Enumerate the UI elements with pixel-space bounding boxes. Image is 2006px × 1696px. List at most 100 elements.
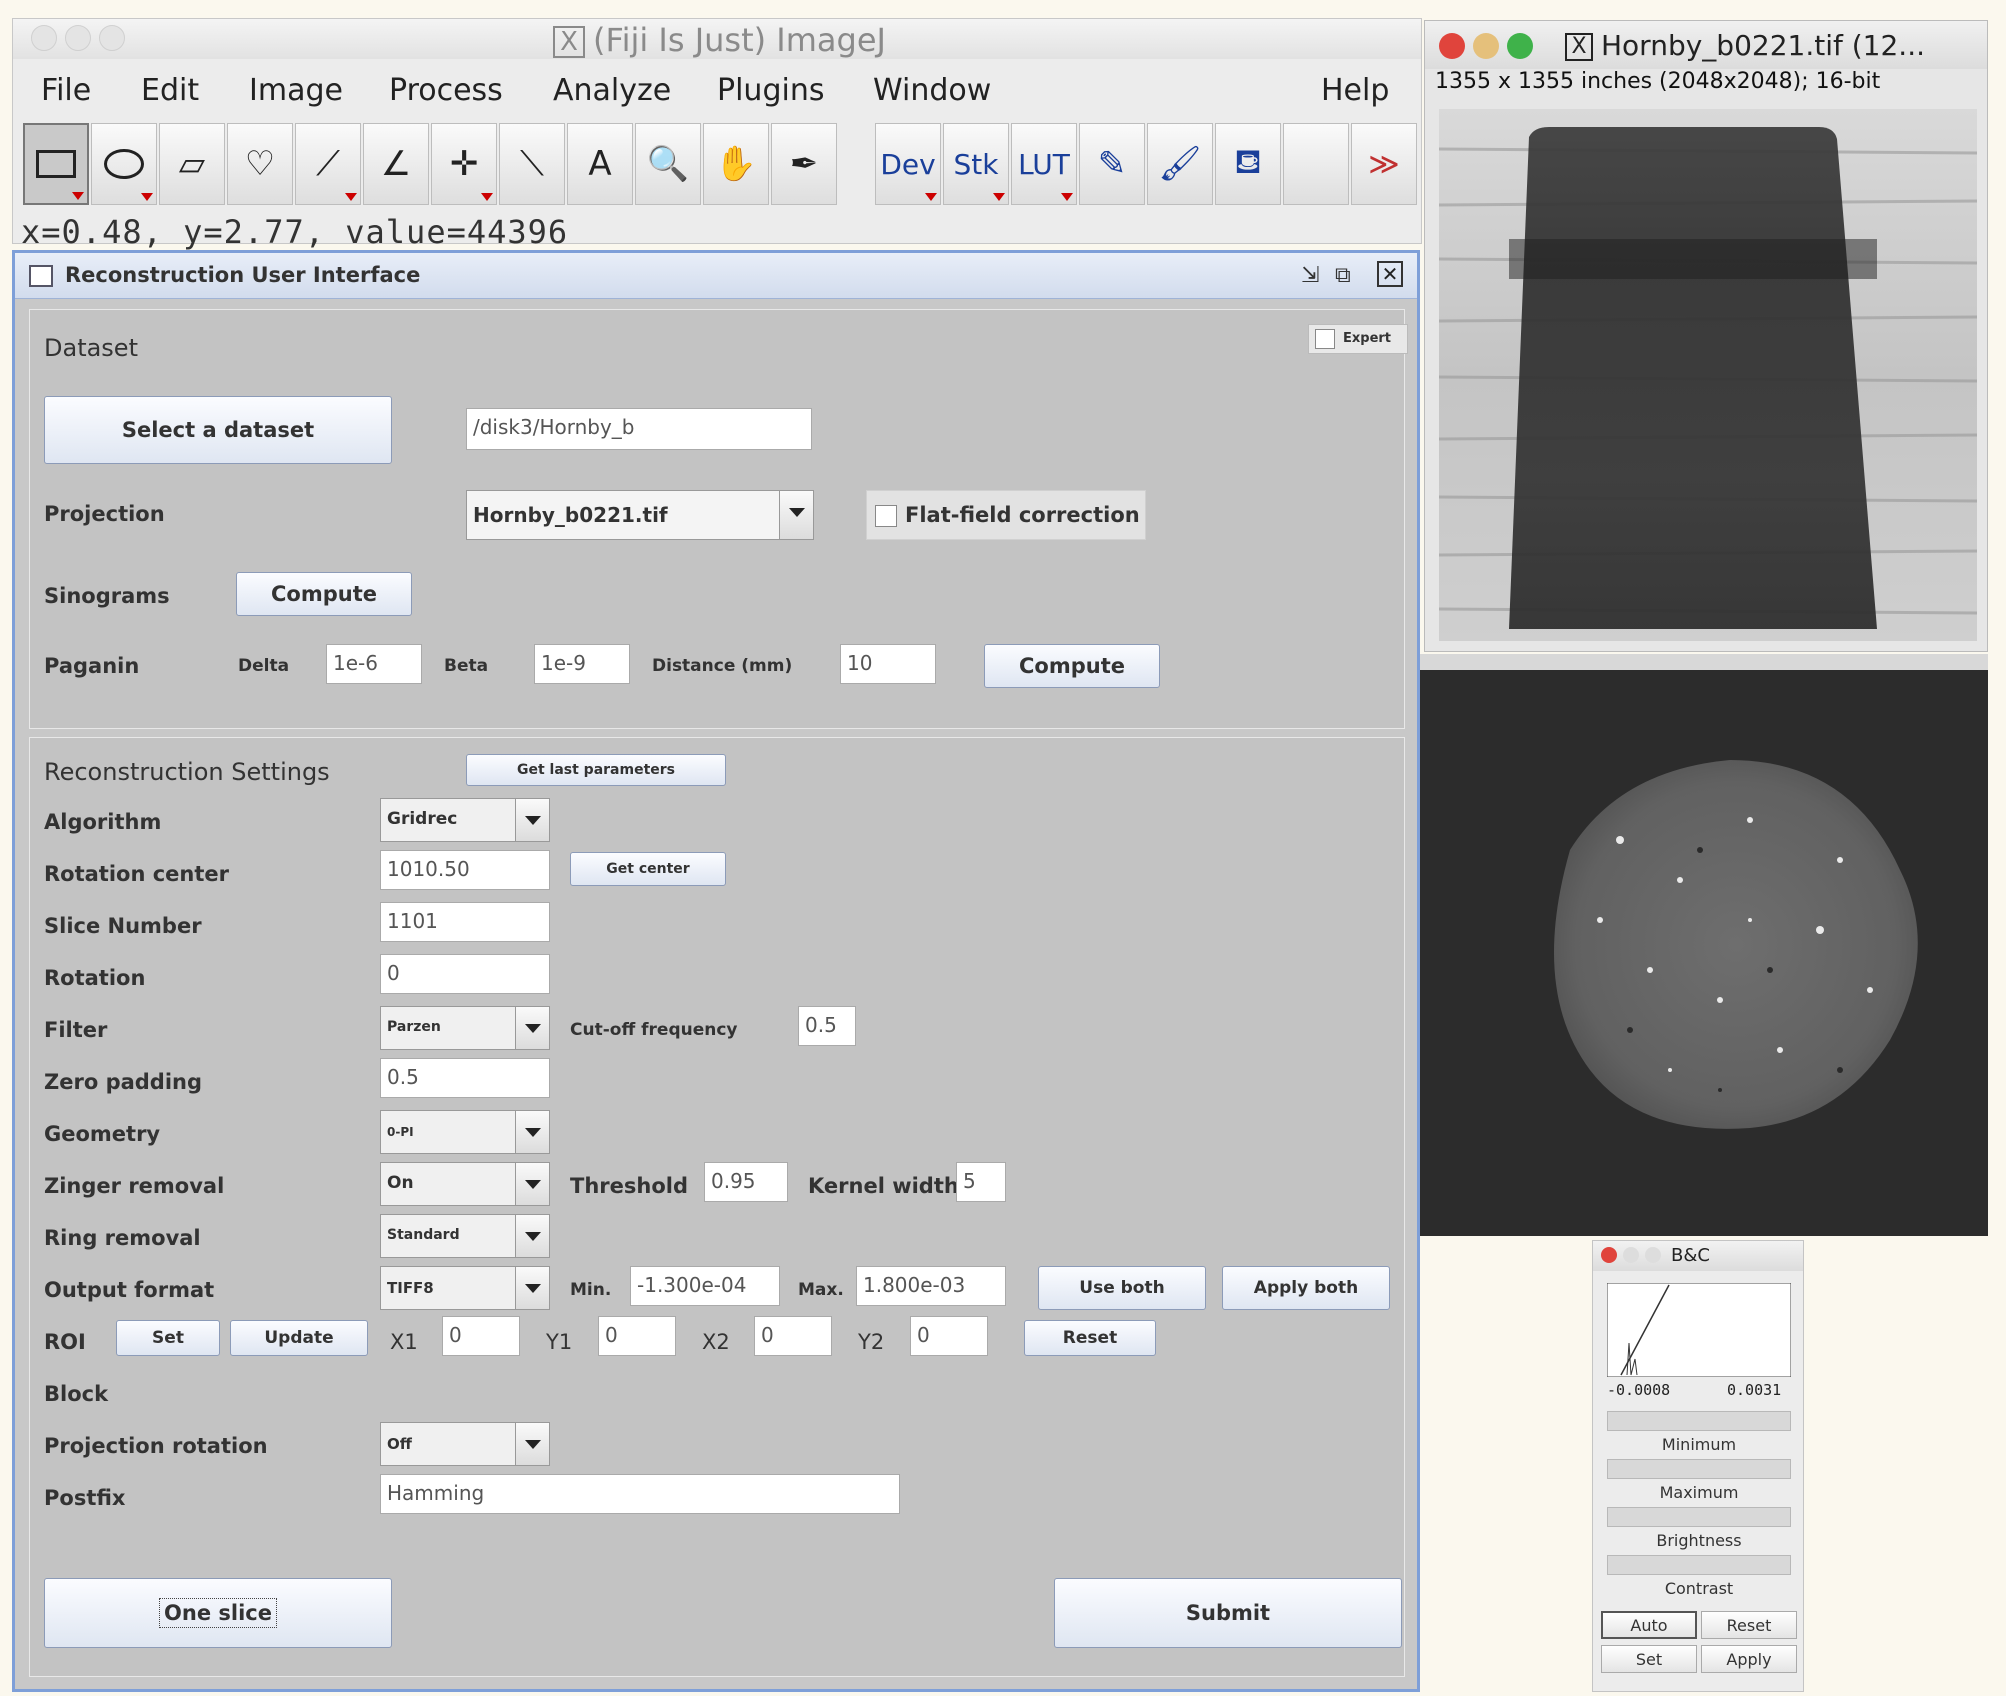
lut-tool[interactable]: LUT (1011, 123, 1077, 205)
zoom-button[interactable] (1645, 1247, 1661, 1263)
menu-edit[interactable]: Edit (141, 73, 199, 108)
auto-button[interactable]: Auto (1601, 1611, 1697, 1639)
iconify-icon[interactable]: ⇲ (1301, 263, 1319, 288)
empty-tool-slot[interactable] (1283, 123, 1349, 205)
projection-rotation-select[interactable]: Off (380, 1422, 550, 1466)
roi-label: ROI (44, 1330, 86, 1354)
angle-tool[interactable]: ∠ (363, 123, 429, 205)
slice-number-field[interactable]: 1101 (380, 902, 550, 942)
menu-file[interactable]: File (41, 73, 91, 108)
imagej-titlebar[interactable]: X (Fiji Is Just) ImageJ (13, 19, 1421, 59)
projection-select[interactable]: Hornby_b0221.tif (466, 490, 814, 540)
min-field[interactable]: -1.300e-04 (630, 1266, 780, 1306)
ring-removal-select[interactable]: Standard (380, 1214, 550, 1258)
image-titlebar[interactable]: X Hornby_b0221.tif (12... (1425, 21, 1987, 69)
reconstruction-titlebar[interactable]: Reconstruction User Interface ⇲ ⧉ ✕ (15, 253, 1417, 299)
y1-field[interactable]: 0 (598, 1316, 676, 1356)
zero-padding-field[interactable]: 0.5 (380, 1058, 550, 1098)
compute-paganin-button[interactable]: Compute (984, 644, 1160, 688)
maximize-icon[interactable]: ⧉ (1335, 263, 1351, 288)
zoom-button[interactable] (99, 25, 125, 51)
minimize-button[interactable] (1623, 1247, 1639, 1263)
hand-tool[interactable]: ✋ (703, 123, 769, 205)
expert-toggle[interactable]: Expert (1308, 324, 1408, 354)
y2-field[interactable]: 0 (910, 1316, 988, 1356)
magnifier-tool[interactable]: 🔍 (635, 123, 701, 205)
freehand-tool[interactable]: ♡ (227, 123, 293, 205)
distance-field[interactable]: 10 (840, 644, 936, 684)
flatfield-toggle[interactable]: Flat-field correction (866, 490, 1146, 540)
close-button[interactable] (31, 25, 57, 51)
menu-plugins[interactable]: Plugins (717, 73, 824, 108)
menu-image[interactable]: Image (249, 73, 343, 108)
apply-button[interactable]: Apply (1701, 1645, 1797, 1673)
dev-tool[interactable]: Dev (875, 123, 941, 205)
close-icon[interactable]: ✕ (1377, 261, 1403, 287)
set-button[interactable]: Set (1601, 1645, 1697, 1673)
x11-icon: X (553, 26, 585, 58)
chevron-down-icon (515, 799, 549, 841)
max-field[interactable]: 1.800e-03 (856, 1266, 1006, 1306)
expert-checkbox[interactable] (1315, 329, 1335, 349)
geometry-select[interactable]: 0-PI (380, 1110, 550, 1154)
delta-field[interactable]: 1e-6 (326, 644, 422, 684)
roi-set-button[interactable]: Set (116, 1320, 220, 1356)
select-dataset-button[interactable]: Select a dataset (44, 396, 392, 464)
compute-sinograms-button[interactable]: Compute (236, 572, 412, 616)
reset-button[interactable]: Reset (1701, 1611, 1797, 1639)
rotation-field[interactable]: 0 (380, 954, 550, 994)
get-last-parameters-button[interactable]: Get last parameters (466, 754, 726, 786)
rectangle-tool[interactable] (23, 123, 89, 205)
minimize-button[interactable] (65, 25, 91, 51)
dataset-path-field[interactable]: /disk3/Hornby_b (466, 408, 812, 450)
menu-analyze[interactable]: Analyze (553, 73, 671, 108)
filter-select[interactable]: Parzen (380, 1006, 550, 1050)
beta-field[interactable]: 1e-9 (534, 644, 630, 684)
close-button[interactable] (1439, 33, 1465, 59)
text-tool[interactable]: A (567, 123, 633, 205)
use-both-button[interactable]: Use both (1038, 1266, 1206, 1310)
x1-field[interactable]: 0 (442, 1316, 520, 1356)
reconstructed-slice-image[interactable] (1420, 670, 1988, 1236)
bc-titlebar[interactable]: B&C (1593, 1241, 1803, 1271)
minimize-button[interactable] (1473, 33, 1499, 59)
minimum-slider[interactable] (1607, 1411, 1791, 1431)
menu-window[interactable]: Window (873, 73, 991, 108)
projection-image[interactable] (1439, 109, 1977, 641)
get-center-button[interactable]: Get center (570, 852, 726, 886)
rotation-center-field[interactable]: 1010.50 (380, 850, 550, 890)
wand-tool[interactable]: ⟍ (499, 123, 565, 205)
postfix-field[interactable]: Hamming (380, 1474, 900, 1514)
flatfield-checkbox[interactable] (875, 505, 897, 527)
flood-fill-tool[interactable]: ⛾ (1215, 123, 1281, 205)
dropper-tool[interactable]: ✒ (771, 123, 837, 205)
slice-titlebar[interactable] (1420, 654, 1988, 670)
submit-button[interactable]: Submit (1054, 1578, 1402, 1648)
menu-process[interactable]: Process (389, 73, 503, 108)
pencil-tool[interactable]: ✎ (1079, 123, 1145, 205)
apply-both-button[interactable]: Apply both (1222, 1266, 1390, 1310)
brightness-slider[interactable] (1607, 1507, 1791, 1527)
one-slice-button[interactable]: One slice (44, 1578, 392, 1648)
maximum-slider[interactable] (1607, 1459, 1791, 1479)
zoom-button[interactable] (1507, 33, 1533, 59)
contrast-slider[interactable] (1607, 1555, 1791, 1575)
close-button[interactable] (1601, 1247, 1617, 1263)
cutoff-field[interactable]: 0.5 (798, 1006, 856, 1046)
polygon-tool[interactable]: ▱ (159, 123, 225, 205)
threshold-field[interactable]: 0.95 (704, 1162, 788, 1202)
oval-tool[interactable] (91, 123, 157, 205)
menu-help[interactable]: Help (1321, 73, 1389, 108)
point-tool[interactable]: ✛ (431, 123, 497, 205)
zinger-select[interactable]: On (380, 1162, 550, 1206)
more-tools[interactable]: ≫ (1351, 123, 1417, 205)
line-tool[interactable]: ⟋ (295, 123, 361, 205)
kernel-width-field[interactable]: 5 (956, 1162, 1006, 1202)
stk-tool[interactable]: Stk (943, 123, 1009, 205)
x2-field[interactable]: 0 (754, 1316, 832, 1356)
algorithm-select[interactable]: Gridrec (380, 798, 550, 842)
output-format-select[interactable]: TIFF8 (380, 1266, 550, 1310)
roi-update-button[interactable]: Update (230, 1320, 368, 1356)
brush-tool[interactable]: 🖌 (1147, 123, 1213, 205)
roi-reset-button[interactable]: Reset (1024, 1320, 1156, 1356)
